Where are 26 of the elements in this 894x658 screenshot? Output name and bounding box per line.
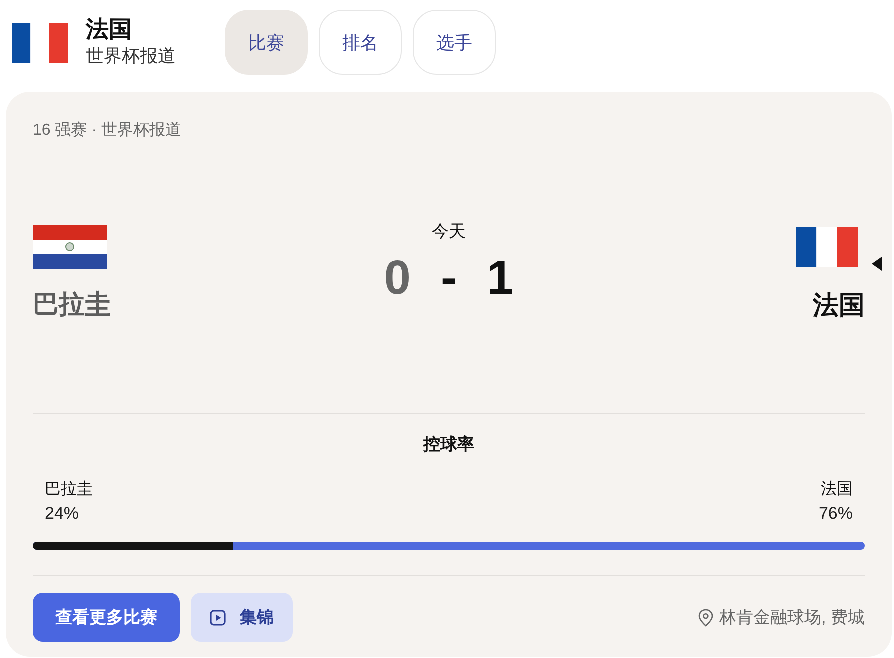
page-title: 法国 — [86, 14, 133, 44]
score-separator: - — [441, 251, 457, 307]
highlights-button[interactable]: 集锦 — [191, 593, 293, 642]
possession-value: 76% — [818, 503, 853, 525]
more-matches-button[interactable]: 查看更多比赛 — [33, 593, 180, 642]
team-name: 巴拉圭 — [33, 288, 111, 321]
flag-icon — [33, 225, 107, 269]
match-date: 今天 — [432, 221, 466, 243]
play-icon — [210, 610, 226, 626]
tab[interactable]: 选手 — [413, 10, 496, 75]
team-name: 法国 — [812, 289, 865, 322]
team-label: 法国 — [821, 480, 853, 500]
flag-icon — [12, 22, 68, 62]
tab[interactable]: 排名 — [319, 10, 402, 75]
possession-value: 24% — [45, 503, 80, 525]
location-pin-icon — [698, 608, 714, 626]
page-subtitle: 世界杯报道 — [86, 44, 176, 68]
team-label: 巴拉圭 — [45, 480, 93, 500]
score: 0 — [384, 251, 411, 307]
triangle-icon — [872, 257, 882, 271]
score: 1 — [486, 251, 514, 307]
stage-label: 16 强赛 · 世界杯报道 — [33, 120, 182, 141]
stat-title: 控球率 — [422, 434, 476, 456]
venue-label: 林肯金融球场, 费城 — [720, 606, 865, 628]
flag-icon — [796, 227, 858, 267]
tab[interactable]: 比赛 — [225, 10, 308, 75]
